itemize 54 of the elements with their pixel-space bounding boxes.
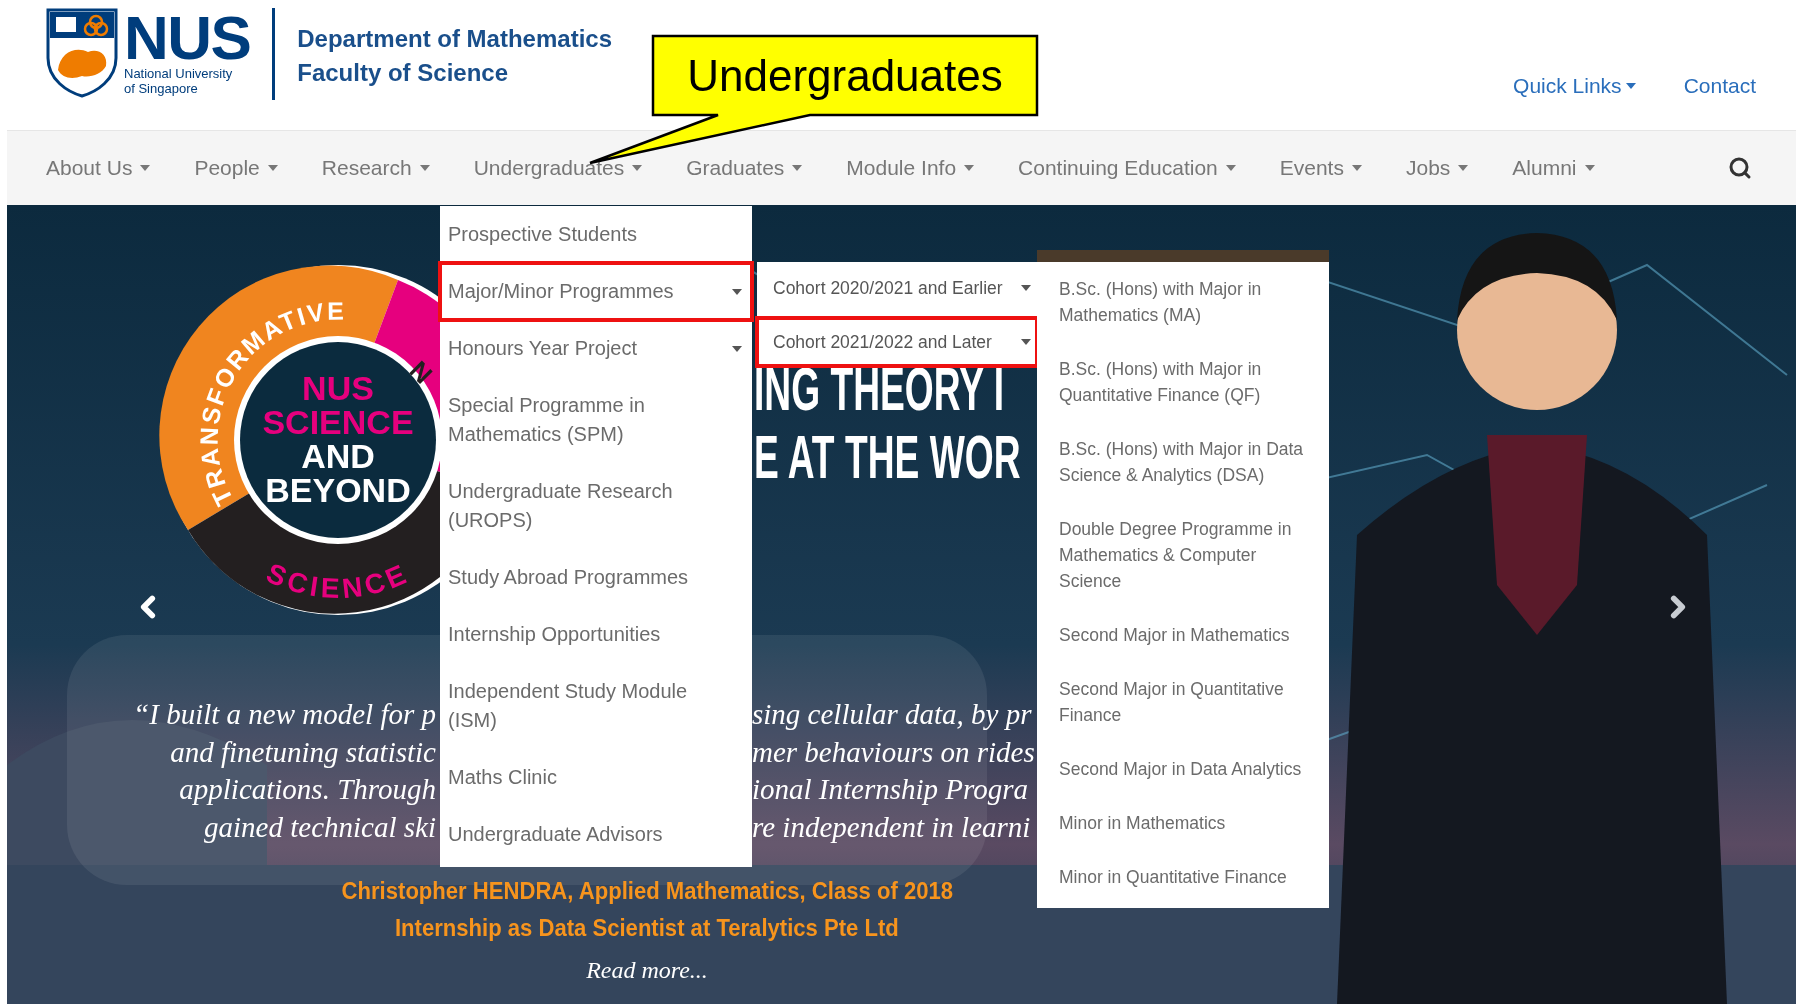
menu-item[interactable]: Prospective Students (440, 206, 752, 263)
nav-item[interactable]: Events (1279, 152, 1362, 184)
header-link[interactable]: Contact (1683, 70, 1756, 102)
menu-item[interactable]: B.Sc. (Hons) with Major in Mathematics (MA) (1037, 262, 1329, 342)
quote-text: sing cellular data, by pr (752, 697, 1033, 732)
menu-item[interactable]: Second Major in Mathematics (1037, 608, 1329, 662)
ring-text: SCIENCE (261, 557, 415, 605)
quote-text: re independent in learni (752, 809, 1032, 845)
menu-item[interactable]: Minor in Mathematics (1037, 796, 1329, 850)
department-title: Department of Mathematics (297, 24, 612, 54)
nav-item[interactable]: Alumni (1512, 152, 1595, 184)
menu-item[interactable]: Undergraduate Advisors (440, 806, 752, 863)
menu-item[interactable]: B.Sc. (Hons) with Major in Data Science & Analytics (DSA) (1037, 422, 1329, 502)
menu-item[interactable]: Double Degree Programme in Mathematics & Computer Science (1037, 502, 1329, 608)
logo-subtitle: of Singapore (124, 81, 199, 96)
headline-text: E AT THE WOR (754, 423, 1021, 491)
menu-item[interactable]: Internship Opportunities (440, 606, 752, 663)
nav-item[interactable]: Graduates (686, 152, 803, 184)
menu-item[interactable]: Cohort 2020/2021 and Earlier (757, 264, 1037, 312)
quote-text: mer behaviours on rides (752, 734, 1035, 770)
quote-text: and finetuning statistic (170, 734, 436, 770)
menu-item[interactable]: Second Major in Quantitative Finance (1037, 662, 1329, 742)
read-more-link[interactable]: Read more... (586, 952, 708, 988)
logo-text: NUS (124, 10, 251, 66)
nav-item[interactable]: Continuing Education (1018, 152, 1236, 184)
nav-item[interactable]: People (194, 152, 278, 184)
menu-item[interactable]: Independent Study Module (ISM) (440, 663, 752, 749)
nav-item[interactable]: Jobs (1405, 152, 1469, 184)
menu-item[interactable]: Study Abroad Programmes (440, 549, 752, 606)
quote-text: ional Internship Progra (752, 772, 1030, 807)
search-icon[interactable] (1728, 156, 1752, 180)
nav-item[interactable]: Research (321, 152, 430, 184)
quote-text: applications. Through (179, 772, 436, 807)
menu-item[interactable]: Special Programme in Mathematics (SPM) (440, 377, 752, 463)
crest-icon (46, 8, 118, 98)
nav-item[interactable]: Undergraduates (473, 152, 643, 184)
nav-item[interactable]: About Us (46, 152, 151, 184)
nav-item[interactable]: Module Info (846, 152, 975, 184)
menu-item[interactable]: Undergraduate Research (UROPS) (440, 463, 752, 549)
menu-item[interactable]: Honours Year Project (440, 320, 752, 377)
menu-item[interactable]: B.Sc. (Hons) with Major in Quantitative Finance (QF) (1037, 342, 1329, 422)
menu-item[interactable]: Second Major in Data Analytics (1037, 742, 1329, 796)
quote-text: “I built a new model for p (133, 697, 436, 732)
credit-text: Internship as Data Scientist at Teralytics Pte Ltd (395, 913, 899, 943)
menu-item[interactable]: Minor in Quantitative Finance (1037, 850, 1329, 904)
credit-text: Christopher HENDRA, Applied Mathematics, Class of 2018 (341, 876, 953, 906)
header-link[interactable]: Quick Links (1513, 70, 1636, 102)
quote-text: gained technical ski (204, 809, 436, 845)
menu-item[interactable]: Maths Clinic (440, 749, 752, 806)
callout-text: Undergraduates (686, 49, 1004, 102)
logo-subtitle: National University (124, 66, 234, 81)
ring-text: N (403, 355, 439, 390)
menu-item[interactable]: Major/Minor Programmes (440, 263, 752, 320)
faculty-title: Faculty of Science (297, 58, 509, 88)
